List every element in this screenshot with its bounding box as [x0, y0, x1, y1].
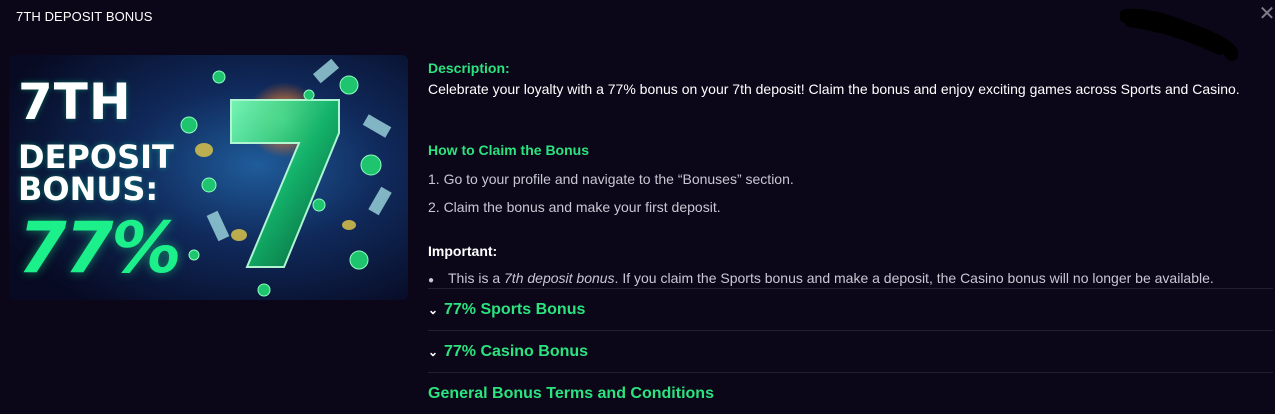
chevron-down-icon: ⌄	[428, 345, 439, 359]
modal-title: 7TH DEPOSIT BONUS	[16, 9, 153, 24]
banner-headline: 7TH DEPOSIT BONUS: 77%	[18, 73, 182, 289]
accordion-label: 77% Casino Bonus	[444, 343, 589, 360]
close-icon[interactable]: ✕	[1258, 4, 1275, 24]
banner-line-percent: 77%	[18, 207, 182, 289]
note-prefix: This is a	[448, 270, 505, 286]
important-note: ● This is a 7th deposit bonus. If you cla…	[428, 270, 1268, 286]
banner-line-7th: 7TH	[18, 73, 132, 131]
divider	[428, 288, 1273, 289]
description-text: Celebrate your loyalty with a 77% bonus …	[428, 81, 1240, 97]
banner-line-deposit: DEPOSIT	[18, 138, 174, 176]
general-terms-label: General Bonus Terms and Conditions	[428, 385, 714, 402]
claim-step-1: 1. Go to your profile and navigate to th…	[428, 171, 794, 187]
description-label: Description:	[428, 60, 510, 76]
note-emphasis: 7th deposit bonus	[504, 270, 615, 286]
promo-banner: 7TH DEPOSIT BONUS: 77%	[9, 55, 408, 300]
divider	[428, 330, 1273, 331]
bullet-icon: ●	[428, 275, 435, 286]
chevron-down-icon: ⌄	[428, 303, 439, 317]
accordion-casino-bonus[interactable]: ⌄ 77% Casino Bonus	[428, 332, 1273, 372]
important-label: Important:	[428, 243, 498, 259]
divider	[428, 372, 1273, 373]
note-suffix: . If you claim the Sports bonus and make…	[614, 270, 1214, 286]
accordion-label: 77% Sports Bonus	[444, 301, 586, 318]
general-terms-link[interactable]: General Bonus Terms and Conditions	[428, 374, 1273, 414]
how-to-claim-heading: How to Claim the Bonus	[428, 142, 589, 158]
claim-step-2: 2. Claim the bonus and make your first d…	[428, 199, 721, 215]
redaction-scribble	[1120, 8, 1238, 61]
accordion-sports-bonus[interactable]: ⌄ 77% Sports Bonus	[428, 290, 1273, 330]
banner-line-bonus: BONUS:	[18, 170, 159, 208]
description-section: Description: Celebrate your loyalty with…	[428, 60, 1273, 97]
